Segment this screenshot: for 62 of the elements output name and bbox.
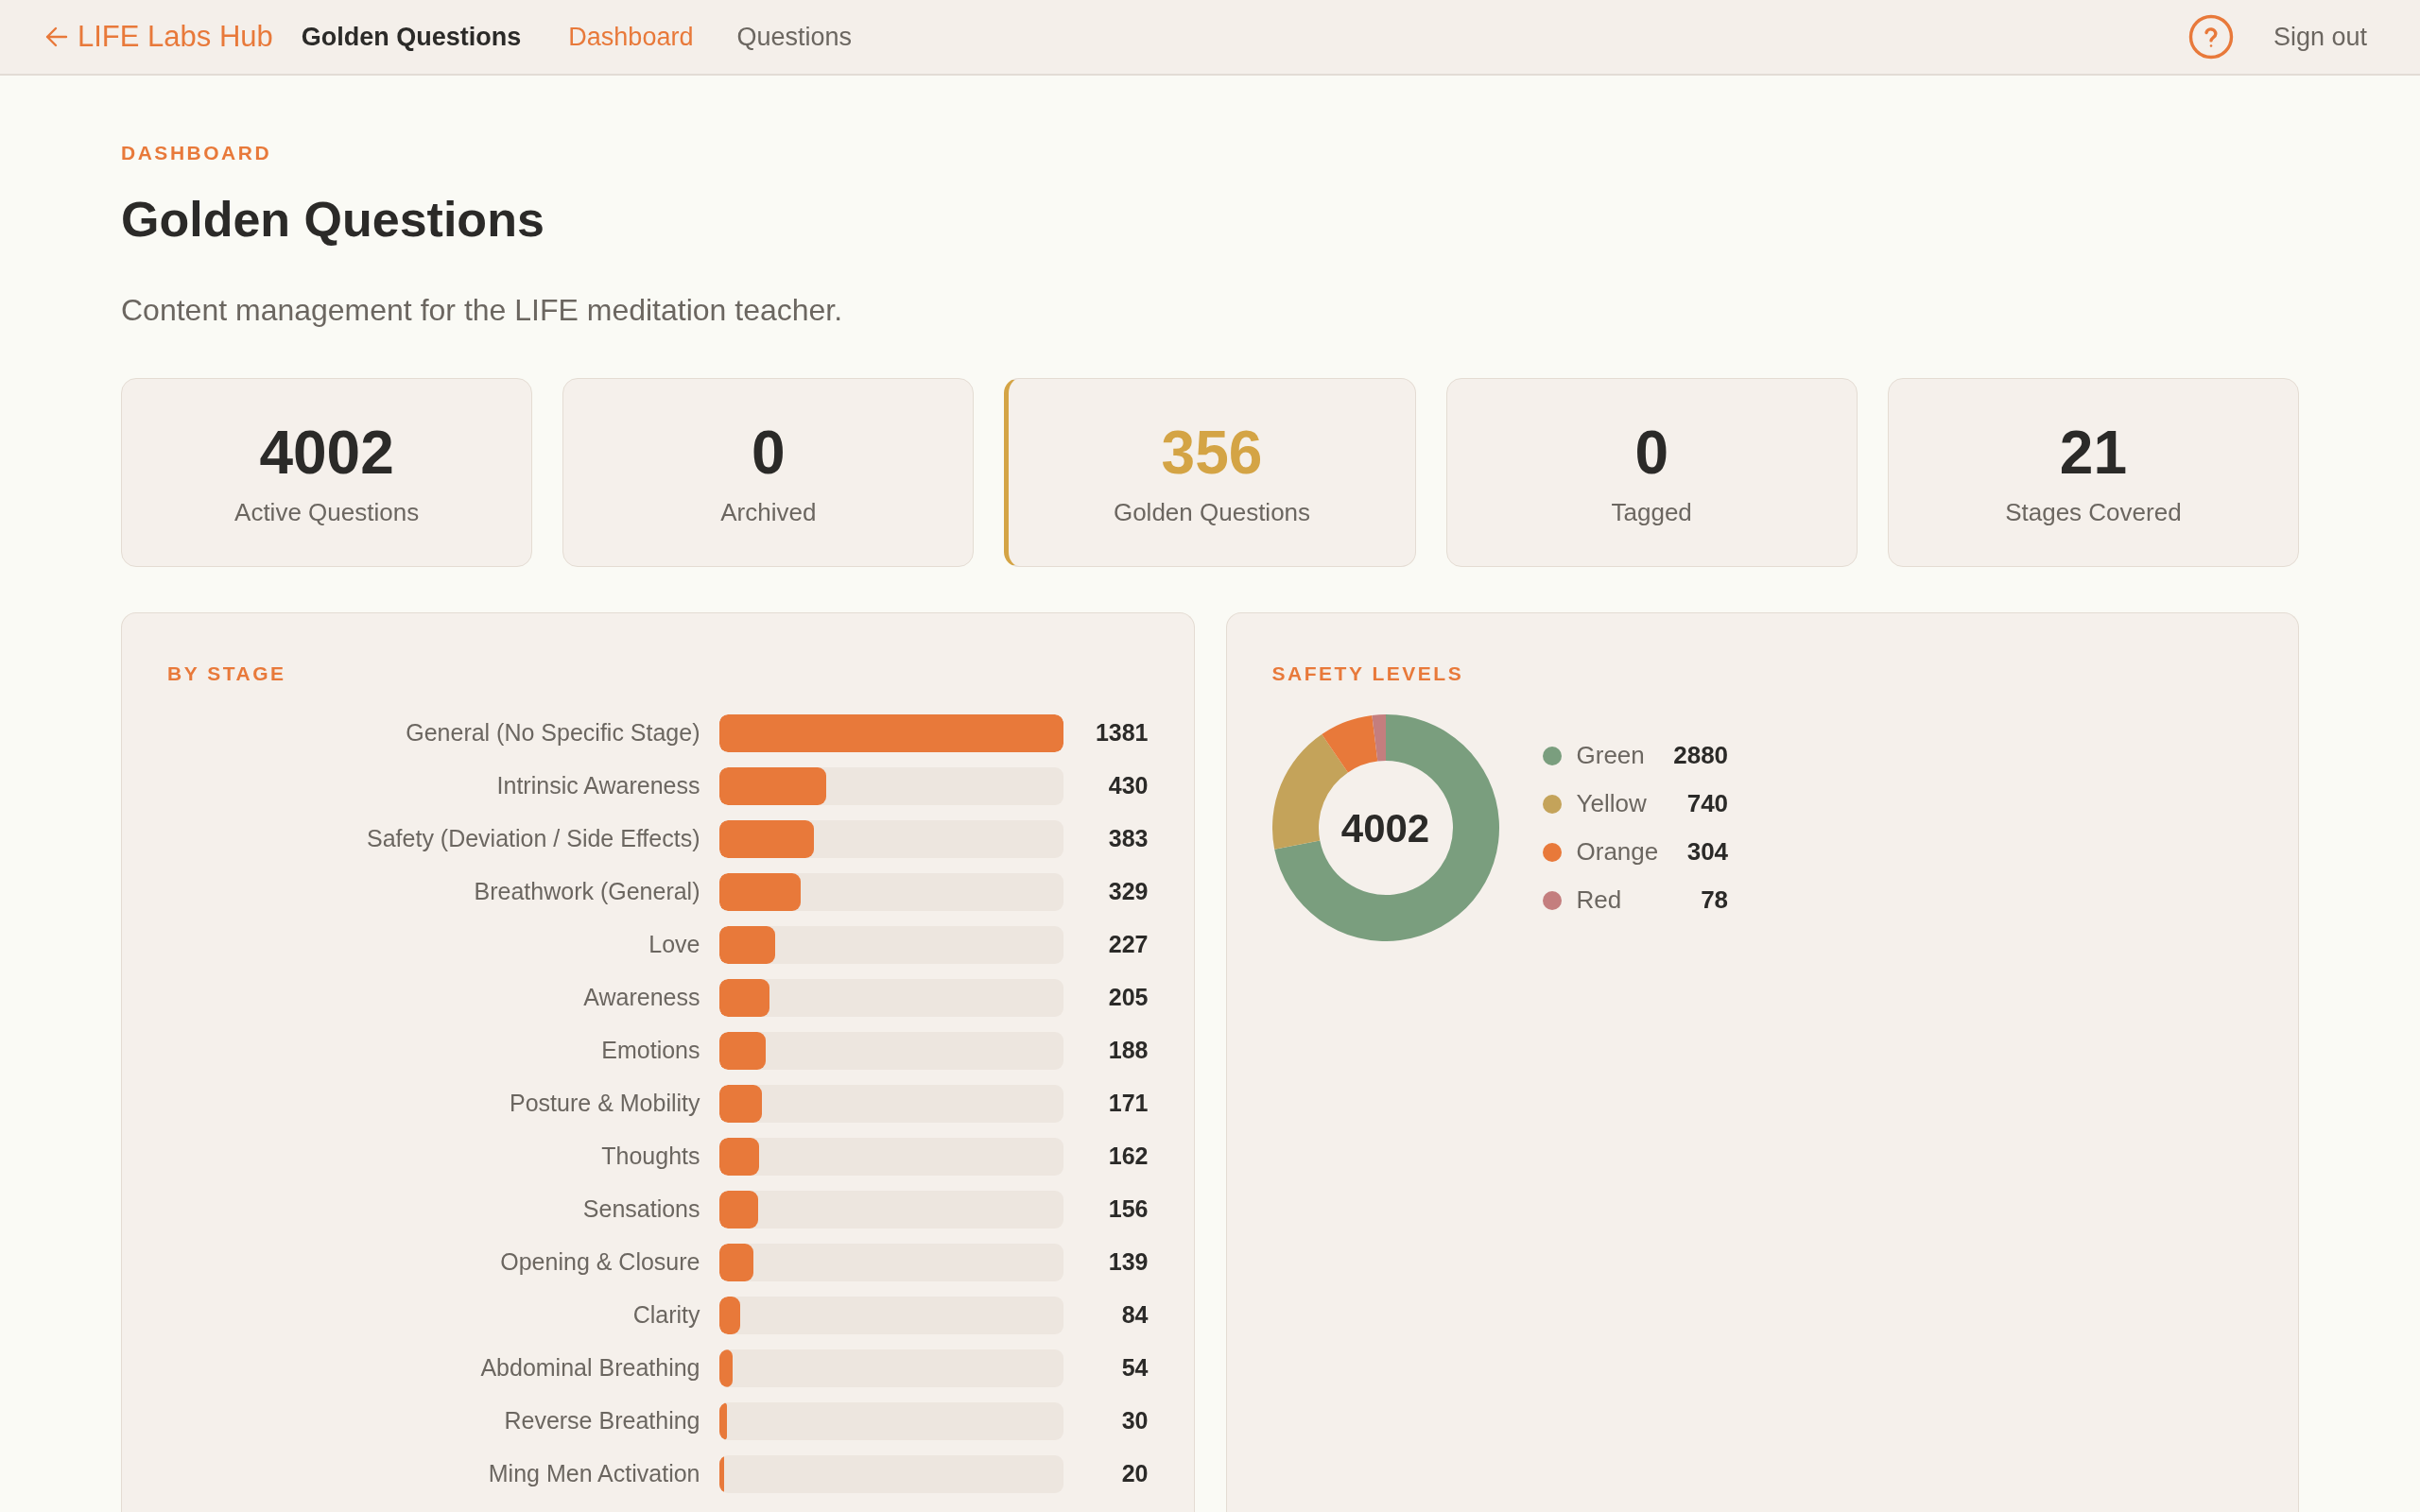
help-button[interactable] (2187, 14, 2234, 60)
legend-label: Green (1576, 740, 1646, 771)
stage-count: 430 (1107, 771, 1149, 801)
stage-count: 1381 (1094, 718, 1149, 748)
arrow-left-icon (45, 26, 68, 47)
legend-label: Red (1576, 885, 1623, 916)
stage-label: Safety (Deviation / Side Effects) (366, 824, 700, 854)
stage-label: Love (648, 930, 700, 960)
stage-count: 188 (1107, 1036, 1149, 1066)
stage-count: 329 (1107, 877, 1149, 907)
stage-label: Clarity (631, 1300, 700, 1331)
panel-title: SAFETY LEVELS (1271, 662, 1464, 686)
stage-count: 30 (1120, 1406, 1149, 1436)
stage-count: 383 (1107, 824, 1149, 854)
stat-label: Stages Covered (2005, 497, 2182, 527)
stat-value: 4002 (259, 418, 394, 488)
stage-label: General (No Specific Stage) (405, 718, 700, 748)
legend-count: 2880 (1673, 740, 1729, 771)
page-eyebrow: DASHBOARD (121, 141, 272, 165)
nav-tab[interactable]: Questions (736, 17, 852, 57)
back-link[interactable]: LIFE Labs Hub (45, 14, 273, 60)
nav-tab[interactable]: Dashboard (568, 17, 694, 57)
stat-label: Golden Questions (1113, 497, 1311, 527)
stage-count: 171 (1107, 1089, 1149, 1119)
stage-label: Emotions (600, 1036, 700, 1066)
page-title: Golden Questions (121, 191, 544, 249)
app-title: Golden Questions (301, 21, 522, 53)
stage-label: Opening & Closure (499, 1247, 700, 1278)
stage-count: 20 (1120, 1459, 1149, 1489)
stage-label: Intrinsic Awareness (495, 771, 700, 801)
stage-count: 205 (1107, 983, 1149, 1013)
help-icon (2187, 14, 2234, 60)
stage-label: Reverse Breathing (503, 1406, 700, 1436)
stage-count: 162 (1107, 1142, 1149, 1172)
stage-count: 139 (1107, 1247, 1149, 1278)
page-subtitle: Content management for the LIFE meditation teacher. (121, 292, 843, 329)
donut-total: 4002 (1340, 804, 1430, 852)
stage-count: 54 (1120, 1353, 1149, 1383)
stage-label: Thoughts (600, 1142, 700, 1172)
stat-value: 0 (1634, 418, 1668, 488)
stage-count: 227 (1107, 930, 1149, 960)
legend-count: 740 (1685, 788, 1729, 819)
legend-count: 78 (1700, 885, 1729, 916)
stage-label: Awareness (582, 983, 700, 1013)
stage-label: Abdominal Breathing (479, 1353, 700, 1383)
sign-out-button[interactable]: Sign out (2273, 17, 2367, 57)
panel-title: BY STAGE (167, 662, 286, 686)
stat-label: Archived (720, 497, 817, 527)
legend-count: 304 (1685, 836, 1729, 868)
stage-label: Posture & Mobility (509, 1089, 700, 1119)
legend-label: Yellow (1576, 788, 1648, 819)
stage-count: 84 (1120, 1300, 1149, 1331)
legend-label: Orange (1576, 836, 1659, 868)
stat-label: Tagged (1611, 497, 1692, 527)
stage-label: Ming Men Activation (487, 1459, 700, 1489)
stage-label: Sensations (581, 1194, 700, 1225)
stage-label: Breathwork (General) (473, 877, 700, 907)
stat-value: 0 (752, 418, 786, 488)
stat-value: 356 (1161, 418, 1263, 488)
stage-count: 156 (1107, 1194, 1149, 1225)
stat-value: 21 (2059, 418, 2127, 488)
stat-label: Active Questions (234, 497, 420, 527)
